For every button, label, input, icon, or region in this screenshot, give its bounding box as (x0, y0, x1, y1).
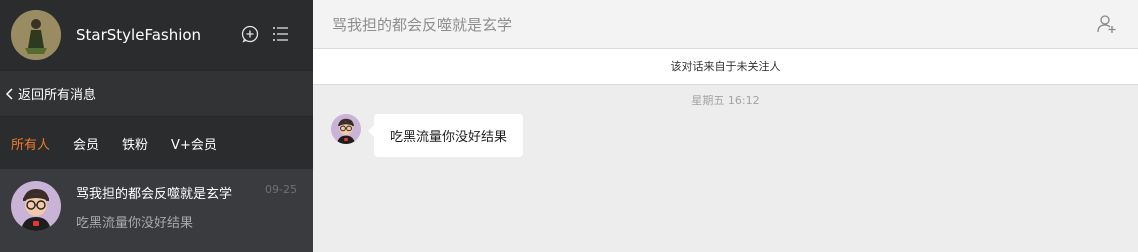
message-timestamp: 星期五 16:12 (691, 94, 760, 107)
profile-header: StarStyleFashion (0, 0, 313, 70)
tab-vplus-members[interactable]: V+会员 (171, 134, 217, 153)
tab-all[interactable]: 所有人 (11, 134, 50, 153)
chat-header: 骂我担的都会反噬就是玄学 (313, 0, 1138, 48)
add-user-icon[interactable] (1096, 13, 1118, 35)
tab-fans[interactable]: 铁粉 (122, 134, 148, 153)
stranger-notice: 该对话来自于未关注人 (313, 48, 1138, 85)
message-avatar[interactable] (331, 114, 361, 144)
conversation-item[interactable]: 骂我担的都会反噬就是玄学 吃黑流量你没好结果 09-25 (0, 169, 313, 252)
conversation-text: 骂我担的都会反噬就是玄学 吃黑流量你没好结果 (76, 183, 232, 252)
back-label: 返回所有消息 (18, 88, 97, 103)
conversation-title: 骂我担的都会反噬就是玄学 (76, 187, 233, 202)
filter-tabs: 所有人 会员 铁粉 V+会员 (0, 117, 313, 169)
chevron-left-icon (5, 87, 13, 100)
profile-toolbar (240, 24, 291, 44)
profile-name: StarStyleFashion (76, 26, 202, 44)
conversation-date: 09-25 (265, 183, 297, 196)
back-to-all-messages[interactable]: 返回所有消息 (0, 70, 313, 117)
sidebar: StarStyleFashion 返回所有消息 所有人 会员 铁粉 V+会员 骂… (0, 0, 313, 252)
message-row: 吃黑流量你没好结果 (313, 114, 1138, 157)
conversation-avatar (11, 181, 61, 231)
tab-members[interactable]: 会员 (73, 134, 99, 153)
conversation-preview: 吃黑流量你没好结果 (76, 216, 194, 231)
chat-title: 骂我担的都会反噬就是玄学 (332, 15, 513, 34)
message-bubble: 吃黑流量你没好结果 (367, 114, 524, 157)
chat-panel: 骂我担的都会反噬就是玄学 该对话来自于未关注人 星期五 16:12 吃黑流量你没… (313, 0, 1138, 252)
profile-avatar-icon[interactable] (11, 10, 61, 60)
list-icon[interactable] (271, 24, 291, 44)
plus-circle-icon[interactable] (240, 24, 260, 44)
